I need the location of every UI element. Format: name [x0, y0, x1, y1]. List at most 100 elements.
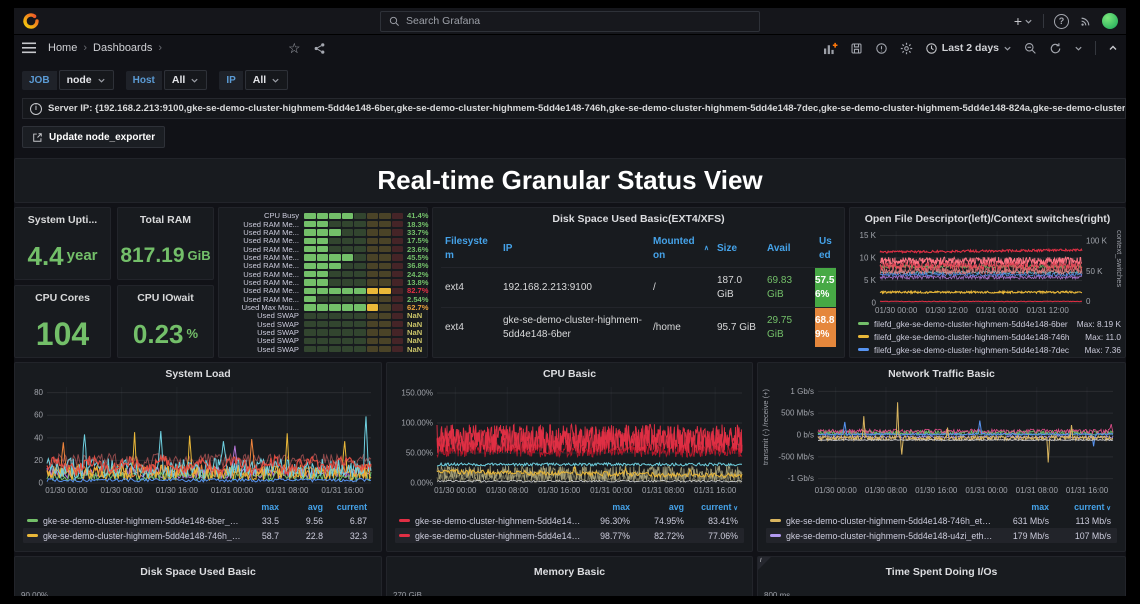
bottom-panel-2: Memory Basic270 GiB: [386, 556, 753, 596]
legend-header-current[interactable]: current ∨: [1055, 502, 1117, 512]
legend-header-max[interactable]: max: [993, 502, 1055, 512]
gauge-cell: [304, 263, 316, 269]
table-header-used[interactable]: Used: [815, 230, 836, 267]
legend-row[interactable]: filefd_gke-se-demo-cluster-highmem-5dd4e…: [858, 330, 1121, 343]
table-body: ext4192.168.2.213:9100/187.0 GiB69.83 Gi…: [441, 267, 836, 347]
legend-row[interactable]: filefd_gke-se-demo-cluster-highmem-5dd4e…: [858, 343, 1121, 356]
legend-header-max[interactable]: max: [241, 502, 285, 512]
table-header-mounted-on[interactable]: Mounted on∧: [649, 230, 713, 267]
filter-job-value[interactable]: node: [59, 70, 114, 90]
legend-header-current[interactable]: current: [329, 502, 373, 512]
gauge-cell: [379, 304, 391, 310]
table-header-avail[interactable]: Avail: [763, 230, 815, 267]
legend-row[interactable]: gke-se-demo-cluster-highmem-5dd4e148-6be…: [23, 513, 373, 528]
table-row: ext4gke-se-demo-cluster-highmem-5dd4e148…: [441, 307, 836, 347]
legend-row[interactable]: gke-se-demo-cluster-highmem-5dd4e148-746…: [23, 528, 373, 543]
ram-gauge-panel: CPU Busy41.4%Used RAM Me...18.3%Used RAM…: [218, 207, 428, 358]
dashboard-settings-button[interactable]: [900, 42, 913, 55]
refresh-button[interactable]: [1049, 42, 1062, 55]
panel-title[interactable]: Memory Basic: [387, 557, 752, 578]
legend-header-avg[interactable]: avg: [285, 502, 329, 512]
legend-header-current[interactable]: current ∨: [690, 502, 744, 512]
search-icon: [389, 16, 400, 27]
stat-panel-title[interactable]: System Upti...: [15, 208, 110, 226]
table-header-ip[interactable]: IP: [499, 230, 649, 267]
server-ip-text: Server IP: {192.168.2.213:9100,gke-se-de…: [48, 103, 1126, 114]
zoom-out-time-button[interactable]: [1024, 42, 1037, 55]
panel-title[interactable]: CPU Basic: [387, 363, 752, 380]
mega-menu-button[interactable]: [22, 42, 36, 54]
cpu-chart-area: 150.00%100.00%50.00%0.00%01/30 00:0001/3…: [391, 381, 750, 497]
breadcrumb-dashboards[interactable]: Dashboards: [93, 42, 152, 54]
breadcrumb-separator: ›: [83, 42, 87, 54]
gauge-cell: [329, 304, 341, 310]
update-node-exporter-link[interactable]: Update node_exporter: [22, 126, 165, 148]
time-range-picker[interactable]: Last 2 days: [925, 42, 1012, 55]
stat-number: 817.19: [120, 245, 184, 266]
x-axis-tick: 01/31 00:00: [211, 486, 254, 495]
stat-panel-title[interactable]: CPU IOwait: [118, 286, 213, 304]
panel-title[interactable]: Time Spent Doing I/Os: [758, 557, 1125, 578]
left-axis-label: transmit (-) /receive (+): [761, 389, 770, 465]
panel-title[interactable]: Open File Descriptor(left)/Context switc…: [850, 208, 1125, 225]
legend-value: 96.30%: [582, 516, 636, 526]
gauge-cell: [304, 229, 316, 235]
gauge-cell: [367, 313, 379, 319]
filter-ip-value[interactable]: All: [245, 70, 288, 90]
legend-series-name: gke-se-demo-cluster-highmem-5dd4e148-746…: [766, 516, 993, 526]
table-header-filesystem[interactable]: Filesystem: [441, 230, 499, 267]
gauge-cell: [304, 254, 316, 260]
top-navigation-bar: Search Grafana + ?: [14, 8, 1126, 35]
legend-row[interactable]: filefd_gke-se-demo-cluster-highmem-5dd4e…: [858, 317, 1121, 330]
x-axis-tick: 01/30 00:00: [45, 486, 88, 495]
network-traffic-chart[interactable]: 1 Gb/s500 Mb/s0 b/s-500 Mb/s-1 Gb/s01/30…: [772, 381, 1121, 497]
panel-title[interactable]: Disk Space Used Basic(EXT4/XFS): [433, 208, 844, 225]
user-avatar[interactable]: [1102, 13, 1118, 29]
save-dashboard-button[interactable]: [850, 42, 863, 55]
dashboard-insights-button[interactable]: [875, 42, 888, 55]
dashboard-nav-bar: Home › Dashboards › ☆: [14, 34, 1126, 62]
table-header-size[interactable]: Size: [713, 230, 763, 267]
gauge-row: Used RAM Me...36.8%: [223, 262, 421, 270]
share-button[interactable]: [313, 42, 326, 55]
gauge-row: Used RAM Me...33.7%: [223, 229, 421, 237]
legend-row[interactable]: gke-se-demo-cluster-highmem-5dd4e148-746…: [395, 528, 744, 543]
add-panel-button[interactable]: [823, 42, 838, 55]
gauge-cell: [317, 263, 329, 269]
favorite-star-button[interactable]: ☆: [288, 40, 301, 57]
panel-title[interactable]: Disk Space Used Basic: [15, 557, 381, 578]
add-menu-button[interactable]: +: [1014, 14, 1033, 28]
legend-row[interactable]: gke-se-demo-cluster-highmem-5dd4e148-wfz…: [395, 513, 744, 528]
legend-row[interactable]: gke-se-demo-cluster-highmem-5dd4e148-746…: [766, 513, 1117, 528]
panel-title[interactable]: Network Traffic Basic: [758, 363, 1125, 380]
panel-title[interactable]: System Load: [15, 363, 381, 380]
collapse-toolbar-button[interactable]: [1108, 43, 1118, 53]
grafana-logo[interactable]: [22, 12, 40, 30]
legend-header-max[interactable]: max: [582, 502, 636, 512]
cell-filesystem: ext4: [441, 308, 499, 347]
stat-panel-title[interactable]: Total RAM: [118, 208, 213, 226]
legend-row[interactable]: gke-se-demo-cluster-highmem-5dd4e148-u4z…: [766, 528, 1117, 543]
gauge-cell: [392, 246, 404, 252]
breadcrumb-home[interactable]: Home: [48, 42, 77, 54]
stat-number: 104: [36, 318, 89, 350]
refresh-interval-button[interactable]: [1074, 44, 1083, 53]
stat-panel-title[interactable]: CPU Cores: [15, 286, 110, 304]
filter-ip-label: IP: [219, 71, 242, 90]
gauge-cell: [304, 313, 316, 319]
help-button[interactable]: ?: [1054, 14, 1069, 29]
gauge-cell: [342, 263, 354, 269]
ofd-chart[interactable]: 15 K10 K5 K001/30 00:0001/30 12:0001/31 …: [854, 226, 1116, 316]
legend-series-label: gke-se-demo-cluster-highmem-5dd4e148-wfz…: [415, 516, 582, 526]
cell-ip: 192.168.2.213:9100: [499, 268, 649, 307]
legend-value: 179 Mb/s: [993, 531, 1055, 541]
gauge-cell: [342, 213, 354, 219]
system-load-chart[interactable]: 80604020001/30 00:0001/30 08:0001/30 16:…: [19, 381, 379, 497]
cpu-basic-chart[interactable]: 150.00%100.00%50.00%0.00%01/30 00:0001/3…: [391, 381, 750, 497]
legend-color-dash: [399, 519, 410, 522]
legend-header-avg[interactable]: avg: [636, 502, 690, 512]
filter-host-value[interactable]: All: [164, 70, 207, 90]
search-input[interactable]: Search Grafana: [380, 11, 760, 32]
grafana-logo-icon: [22, 12, 40, 30]
news-button[interactable]: [1079, 15, 1092, 28]
